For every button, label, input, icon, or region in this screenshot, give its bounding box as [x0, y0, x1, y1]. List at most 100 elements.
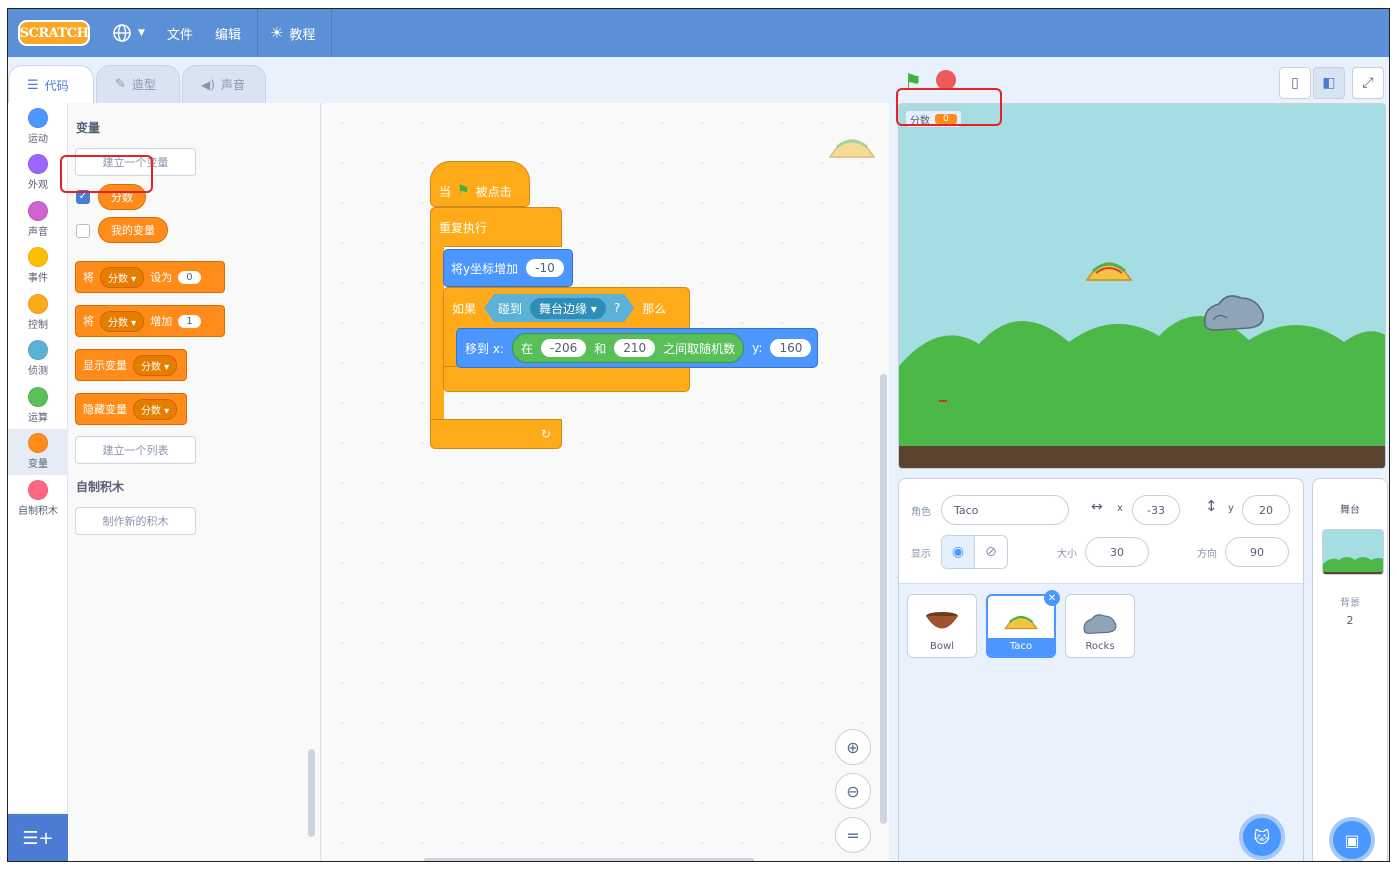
tutorials-label: 教程: [289, 27, 316, 43]
set-variable-block[interactable]: 将 分数 ▾ 设为 0: [75, 261, 225, 293]
goto-y-input[interactable]: 160: [770, 339, 812, 357]
category-looks[interactable]: 外观: [8, 150, 68, 197]
operators-dot-icon: [28, 386, 48, 407]
sprite-name-input[interactable]: Taco: [941, 495, 1069, 525]
looks-dot-icon: [28, 154, 48, 175]
my-variable-reporter[interactable]: 我的变量: [98, 217, 168, 243]
forever-block[interactable]: 重复执行: [430, 207, 562, 247]
script-horizontal-scrollbar[interactable]: [424, 858, 754, 861]
hide-variable-block[interactable]: 隐藏变量 分数 ▾: [75, 393, 187, 425]
change-variable-block[interactable]: 将 分数 ▾ 增加 1: [75, 305, 225, 337]
if-then-block[interactable]: 如果 碰到 舞台边缘 ▾ ? 那么: [443, 287, 690, 329]
variables-dot-icon: [28, 433, 48, 454]
stage-thumbnail[interactable]: [1322, 529, 1384, 575]
y-input[interactable]: 20: [1242, 495, 1290, 525]
tab-sounds-label: 声音: [220, 78, 245, 92]
tab-sounds[interactable]: ◀) 声音: [182, 65, 266, 103]
if-footer: [443, 366, 690, 392]
category-sound[interactable]: 声音: [8, 196, 68, 243]
zoom-out-icon: ⊖: [846, 781, 860, 801]
category-operators[interactable]: 运算: [8, 382, 68, 429]
forever-arm: [430, 246, 444, 421]
forever-footer: ↻: [430, 419, 562, 449]
random-from-input[interactable]: -206: [540, 339, 587, 357]
sprite-tile-rocks[interactable]: Rocks: [1065, 594, 1135, 658]
random-block[interactable]: 在 -206 和 210 之间取随机数: [511, 333, 745, 363]
value-input[interactable]: 1: [178, 314, 201, 328]
tab-costumes[interactable]: ✎ 造型: [96, 65, 180, 103]
value-input[interactable]: 0: [178, 270, 201, 284]
sprite-list: Bowl ✕ Taco Rocks 🐱: [899, 583, 1303, 861]
show-variable-block[interactable]: 显示变量 分数 ▾: [75, 349, 187, 381]
category-label: 自制积木: [18, 505, 58, 517]
stage-target-pane[interactable]: 舞台 背景 2 ▣: [1312, 478, 1388, 861]
x-input[interactable]: -33: [1132, 495, 1180, 525]
category-sensing[interactable]: 侦测: [8, 336, 68, 383]
stop-icon[interactable]: [936, 70, 956, 90]
sprite-tile-taco[interactable]: ✕ Taco: [986, 590, 1060, 658]
block-text: 隐藏变量: [83, 403, 127, 416]
delete-sprite-button[interactable]: ✕: [1044, 590, 1060, 606]
goto-xy-block[interactable]: 移到 x: 在 -206 和 210 之间取随机数 y: 160: [456, 328, 818, 368]
vertical-arrows-icon: ↕: [1205, 497, 1218, 515]
random-to-input[interactable]: 210: [614, 339, 656, 357]
events-dot-icon: [28, 247, 48, 268]
palette-scrollbar[interactable]: [308, 749, 315, 837]
add-sprite-button[interactable]: 🐱: [1239, 814, 1285, 860]
category-events[interactable]: 事件: [8, 243, 68, 290]
category-variables[interactable]: 变量: [8, 428, 68, 475]
variable-dropdown[interactable]: 分数 ▾: [100, 310, 145, 332]
green-flag-icon: ⚑: [457, 183, 470, 199]
sprite-tile-bowl[interactable]: Bowl: [907, 594, 977, 658]
globe-icon: [113, 24, 131, 42]
highlight-box: [896, 88, 1002, 126]
change-y-block[interactable]: 将y坐标增加 -10: [443, 249, 573, 287]
zoom-in-button[interactable]: ⊕: [835, 729, 871, 765]
size-input[interactable]: 30: [1085, 537, 1149, 567]
y-label: y: [1228, 503, 1234, 514]
backdrops-count: 2: [1346, 614, 1354, 627]
make-list-button[interactable]: 建立一个列表: [75, 436, 196, 464]
add-backdrop-button[interactable]: ▣: [1329, 817, 1375, 861]
category-label: 外观: [28, 180, 48, 192]
rocks-sprite[interactable]: [1201, 290, 1267, 332]
backdrops-label: 背景: [1340, 598, 1360, 609]
when-flag-clicked-block[interactable]: 当 ⚑ 被点击: [430, 161, 530, 207]
fullscreen-button[interactable]: ⤢: [1352, 67, 1384, 99]
add-extension-button[interactable]: ☰+: [8, 814, 68, 861]
block-palette: 变量 建立一个变量 ✓ 分数 我的变量 将 分数 ▾ 设为 0 将 分数 ▾ 增…: [68, 103, 321, 861]
variable-dropdown[interactable]: 分数 ▾: [133, 398, 178, 420]
touching-dropdown[interactable]: 舞台边缘 ▾: [530, 298, 606, 319]
variable-dropdown[interactable]: 分数 ▾: [100, 266, 145, 288]
scratch-logo[interactable]: SCRATCH: [18, 20, 90, 46]
taco-sprite[interactable]: [1084, 252, 1134, 284]
edit-menu[interactable]: 编辑: [215, 24, 241, 43]
direction-input[interactable]: 90: [1225, 537, 1289, 567]
script-area[interactable]: 当 ⚑ 被点击 重复执行 ↻ 将y坐标增加 -10 如果 碰到 舞台边缘 ▾ ?…: [322, 103, 889, 861]
category-myblocks[interactable]: 自制积木: [8, 475, 68, 522]
language-menu[interactable]: ▼: [112, 23, 145, 43]
zoom-reset-button[interactable]: =: [835, 817, 871, 853]
show-visible-button[interactable]: ◉: [941, 535, 975, 569]
variable-dropdown[interactable]: 分数 ▾: [133, 354, 178, 376]
normal-stage-button[interactable]: ◧: [1313, 67, 1345, 99]
script-vertical-scrollbar[interactable]: [880, 374, 887, 824]
zoom-out-button[interactable]: ⊖: [835, 773, 871, 809]
my-variable-checkbox[interactable]: [76, 224, 90, 238]
touching-block[interactable]: 碰到 舞台边缘 ▾ ?: [484, 294, 634, 322]
category-motion[interactable]: 运动: [8, 103, 68, 150]
stage-canvas[interactable]: 分数 0: [898, 103, 1386, 469]
small-stage-button[interactable]: ▯: [1279, 67, 1311, 99]
show-hidden-button[interactable]: ⊘: [974, 535, 1008, 569]
make-block-button[interactable]: 制作新的积木: [75, 507, 196, 535]
backdrop-thumbnail: [1323, 557, 1383, 574]
menu-divider: [331, 9, 333, 57]
tab-code[interactable]: ☰ 代码: [8, 65, 94, 105]
tab-costumes-label: 造型: [131, 78, 156, 92]
file-menu[interactable]: 文件: [167, 24, 193, 43]
y-change-input[interactable]: -10: [526, 259, 564, 277]
category-control[interactable]: 控制: [8, 289, 68, 336]
tutorials-menu[interactable]: ☀ 教程: [270, 24, 315, 43]
extension-icon: ☰+: [22, 828, 54, 849]
eye-icon: ◉: [951, 544, 965, 560]
